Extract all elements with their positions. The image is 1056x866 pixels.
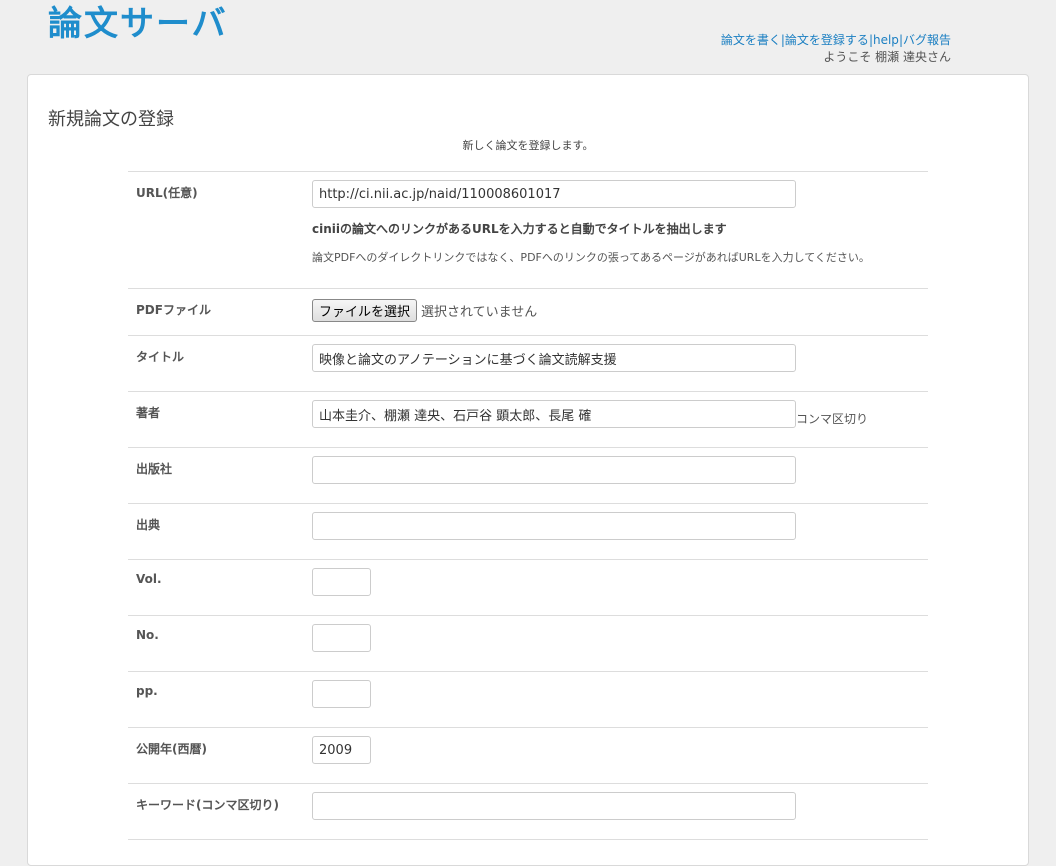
pp-row: pp. — [128, 671, 928, 727]
publisher-label: 出版社 — [136, 462, 173, 476]
no-row: No. — [128, 615, 928, 671]
keywords-row: キーワード(コンマ区切り) — [128, 783, 928, 840]
header-nav: 論文を書く|論文を登録する|help|バグ報告 — [721, 32, 951, 48]
source-label: 出典 — [136, 518, 161, 532]
url-input[interactable] — [312, 180, 796, 208]
register-paper-link[interactable]: 論文を登録する — [785, 33, 869, 47]
vol-input[interactable] — [312, 568, 371, 596]
pp-label: pp. — [136, 684, 158, 698]
main-panel: 新規論文の登録 新しく論文を登録します。 URL(任意) ciniiの論文へのリ… — [27, 74, 1029, 866]
choose-file-button[interactable]: ファイルを選択 — [312, 299, 418, 322]
help-link[interactable]: help — [873, 33, 899, 47]
authors-hint: コンマ区切り — [796, 411, 869, 426]
vol-label: Vol. — [136, 572, 162, 586]
publisher-input[interactable] — [312, 456, 796, 484]
register-form: URL(任意) ciniiの論文へのリンクがあるURLを入力すると自動でタイトル… — [128, 171, 928, 840]
title-label: タイトル — [136, 350, 185, 364]
url-help: 論文PDFへのダイレクトリンクではなく、PDFへのリンクの張ってあるページがあれ… — [312, 251, 870, 264]
authors-input[interactable] — [312, 400, 796, 428]
page-title: 新規論文の登録 — [48, 109, 174, 130]
keywords-label: キーワード(コンマ区切り) — [136, 798, 279, 812]
source-row: 出典 — [128, 503, 928, 559]
no-label: No. — [136, 628, 159, 642]
pdf-row: PDFファイル ファイルを選択 選択されていません — [128, 288, 928, 335]
url-label: URL(任意) — [136, 186, 198, 200]
no-input[interactable] — [312, 624, 371, 652]
year-label: 公開年(西暦) — [136, 742, 207, 756]
authors-row: 著者 コンマ区切り — [128, 391, 928, 447]
url-help-bold: ciniiの論文へのリンクがあるURLを入力すると自動でタイトルを抽出します — [312, 222, 727, 236]
vol-row: Vol. — [128, 559, 928, 615]
url-row: URL(任意) ciniiの論文へのリンクがあるURLを入力すると自動でタイトル… — [128, 171, 928, 288]
welcome-message: ようこそ 棚瀬 達央さん — [823, 50, 951, 64]
bug-report-link[interactable]: バグ報告 — [903, 33, 951, 47]
file-status: 選択されていません — [421, 305, 538, 320]
authors-label: 著者 — [136, 406, 161, 420]
page-subtitle: 新しく論文を登録します。 — [462, 139, 594, 152]
year-row: 公開年(西暦) — [128, 727, 928, 783]
year-input[interactable] — [312, 736, 371, 764]
write-paper-link[interactable]: 論文を書く — [721, 33, 781, 47]
title-row: タイトル — [128, 335, 928, 391]
source-input[interactable] — [312, 512, 796, 540]
title-input[interactable] — [312, 344, 796, 372]
site-title[interactable]: 論文サーバ — [48, 4, 228, 44]
keywords-input[interactable] — [312, 792, 796, 820]
pdf-label: PDFファイル — [136, 303, 211, 317]
publisher-row: 出版社 — [128, 447, 928, 503]
pp-input[interactable] — [312, 680, 371, 708]
